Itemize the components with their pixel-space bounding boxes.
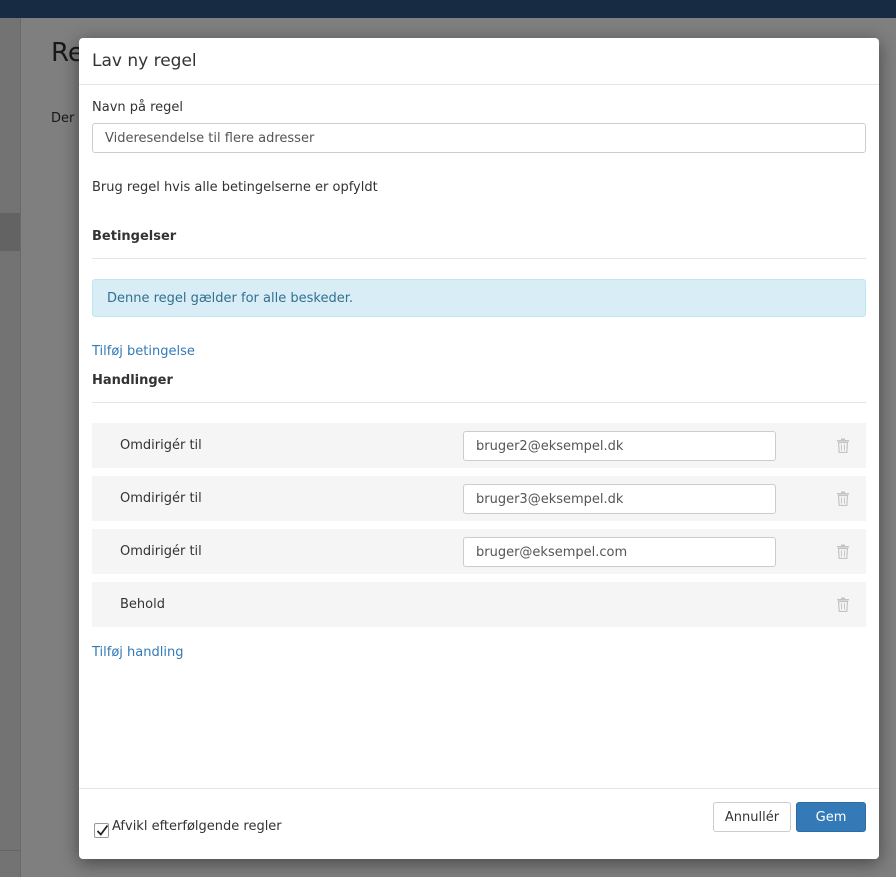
dialog-title: Lav ny regel (92, 51, 197, 71)
actions-divider (92, 402, 866, 403)
actions-heading: Handlinger (92, 373, 173, 388)
trash-icon[interactable] (836, 544, 850, 559)
rule-name-label: Navn på regel (92, 100, 184, 115)
action-row: Omdirigér til (92, 476, 866, 521)
add-action-link[interactable]: Tilføj handling (92, 645, 183, 660)
conditions-info-alert: Denne regel gælder for alle beskeder. (92, 279, 866, 317)
checkmark-icon (96, 824, 109, 836)
rule-name-input[interactable] (92, 123, 866, 153)
action-type-label: Omdirigér til (120, 438, 202, 453)
redirect-address-input[interactable] (463, 537, 776, 567)
condition-mode-text: Brug regel hvis alle betingelserne er op… (92, 180, 378, 195)
action-type-label: Behold (120, 597, 165, 612)
dialog-footer: Afvikl efterfølgende regler Annullér Gem (79, 788, 879, 859)
stop-processing-label[interactable]: Afvikl efterfølgende regler (112, 819, 282, 834)
action-row: Omdirigér til (92, 529, 866, 574)
action-row: Behold (92, 582, 866, 627)
new-rule-dialog: Lav ny regel Navn på regel Brug regel hv… (79, 38, 879, 859)
conditions-info-text: Denne regel gælder for alle beskeder. (107, 291, 353, 306)
save-button[interactable]: Gem (796, 802, 866, 832)
stop-processing-checkbox[interactable] (94, 823, 109, 838)
trash-icon[interactable] (836, 491, 850, 506)
redirect-address-input[interactable] (463, 431, 776, 461)
conditions-divider (92, 258, 866, 259)
add-condition-link[interactable]: Tilføj betingelse (92, 344, 195, 359)
cancel-button[interactable]: Annullér (713, 802, 791, 832)
action-type-label: Omdirigér til (120, 491, 202, 506)
trash-icon[interactable] (836, 597, 850, 612)
trash-icon[interactable] (836, 438, 850, 453)
action-type-label: Omdirigér til (120, 544, 202, 559)
dialog-header: Lav ny regel (79, 38, 879, 85)
redirect-address-input[interactable] (463, 484, 776, 514)
action-row: Omdirigér til (92, 423, 866, 468)
conditions-heading: Betingelser (92, 229, 177, 244)
